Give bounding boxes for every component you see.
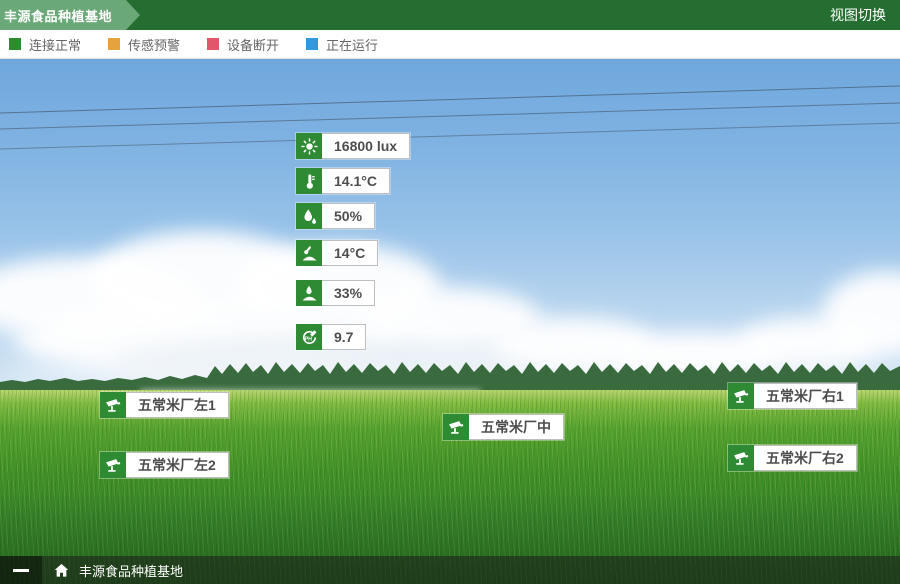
legend-blue-swatch	[306, 38, 318, 50]
camera-icon	[100, 392, 126, 418]
footer-title: 丰源食品种植基地	[79, 561, 183, 580]
legend-item-connected: 连接正常	[9, 35, 81, 54]
legend-red-swatch	[207, 38, 219, 50]
sensor-value: 14.1°C	[322, 168, 390, 194]
camera-icon	[443, 414, 469, 440]
camera-label: 五常米厂右1	[754, 383, 857, 409]
sensor-badge-air-temperature[interactable]: 14.1°C	[296, 168, 390, 194]
legend-item-sensor-warning: 传感预警	[108, 35, 180, 54]
sensor-value: 16800 lux	[322, 133, 410, 159]
minus-icon	[13, 569, 29, 572]
view-switch-button[interactable]: 视图切换	[830, 5, 900, 25]
legend-item-running: 正在运行	[306, 35, 378, 54]
sensor-badge-ph[interactable]: PH 9.7	[296, 324, 366, 350]
ph-icon: PH	[296, 324, 322, 350]
field-photo-scene: 16800 lux 14.1°C 50%	[0, 59, 900, 584]
camera-icon	[728, 445, 754, 471]
app-window: 丰源食品种植基地 视图切换 连接正常 传感预警 设备断开 正在运行	[0, 0, 900, 584]
sensor-badge-light[interactable]: 16800 lux	[296, 133, 410, 159]
legend-green-swatch	[9, 38, 21, 50]
light-icon	[296, 133, 322, 159]
home-icon[interactable]	[54, 563, 69, 578]
footer-bar: 丰源食品种植基地	[0, 556, 900, 584]
legend-orange-swatch	[108, 38, 120, 50]
camera-label: 五常米厂中	[469, 414, 564, 440]
legend-item-disconnected: 设备断开	[207, 35, 279, 54]
header-bar: 丰源食品种植基地 视图切换	[0, 0, 900, 30]
camera-badge-left-2[interactable]: 五常米厂左2	[100, 452, 229, 478]
sensor-value: 14°C	[322, 240, 378, 266]
camera-icon	[100, 452, 126, 478]
sensor-value: 50%	[322, 203, 375, 229]
air-humidity-icon	[296, 203, 322, 229]
camera-badge-left-1[interactable]: 五常米厂左1	[100, 392, 229, 418]
soil-temperature-icon	[296, 240, 322, 266]
collapse-button[interactable]	[0, 556, 42, 584]
camera-icon	[728, 383, 754, 409]
sensor-value: 33%	[322, 280, 375, 306]
sensor-value: 9.7	[322, 324, 366, 350]
camera-badge-center[interactable]: 五常米厂中	[443, 414, 564, 440]
camera-label: 五常米厂右2	[754, 445, 857, 471]
status-legend: 连接正常 传感预警 设备断开 正在运行	[0, 30, 900, 59]
camera-badge-right-2[interactable]: 五常米厂右2	[728, 445, 857, 471]
page-title-label: 丰源食品种植基地	[4, 6, 112, 25]
sensor-badge-air-humidity[interactable]: 50%	[296, 203, 375, 229]
sensor-badge-soil-temperature[interactable]: 14°C	[296, 240, 378, 266]
sensor-badge-soil-moisture[interactable]: 33%	[296, 280, 375, 306]
page-title: 丰源食品种植基地	[0, 0, 140, 30]
camera-label: 五常米厂左1	[126, 392, 229, 418]
soil-moisture-icon	[296, 280, 322, 306]
svg-text:PH: PH	[304, 336, 312, 342]
air-temperature-icon	[296, 168, 322, 194]
camera-badge-right-1[interactable]: 五常米厂右1	[728, 383, 857, 409]
camera-label: 五常米厂左2	[126, 452, 229, 478]
